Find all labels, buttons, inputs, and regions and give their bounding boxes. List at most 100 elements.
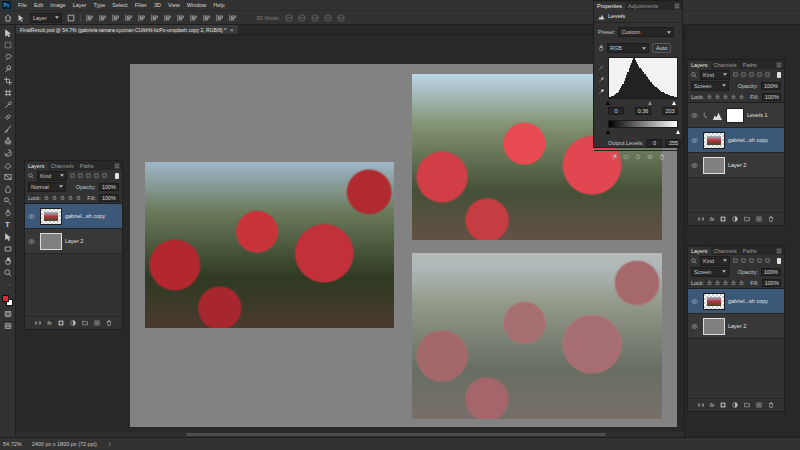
eyedropper-icon[interactable] <box>598 89 604 95</box>
lock-icon[interactable] <box>52 195 57 200</box>
align-icon[interactable] <box>229 14 237 22</box>
lasso-icon[interactable] <box>4 53 12 61</box>
lock-icon[interactable] <box>707 94 712 99</box>
add-mask-icon[interactable] <box>58 320 64 326</box>
blend-mode-dropdown[interactable]: Normal <box>28 182 66 192</box>
align-icon[interactable] <box>190 14 198 22</box>
close-tab-button[interactable]: × <box>230 27 234 33</box>
menu-item[interactable]: Edit <box>34 2 43 8</box>
frame-icon[interactable] <box>4 89 12 97</box>
quick-select-icon[interactable] <box>4 65 12 73</box>
fill-field[interactable]: 100% <box>99 194 119 202</box>
filter-type-icon[interactable] <box>749 258 754 263</box>
layer-row[interactable]: Layer 2 <box>688 153 784 178</box>
align-icon[interactable] <box>216 14 224 22</box>
add-mask-icon[interactable] <box>720 216 726 222</box>
healing-icon[interactable] <box>4 113 12 121</box>
photo[interactable] <box>145 162 394 328</box>
output-level-field[interactable]: 255 <box>665 139 681 147</box>
menu-item[interactable]: Filter <box>135 2 147 8</box>
align-icon[interactable] <box>125 14 133 22</box>
dodge-icon[interactable] <box>4 197 12 205</box>
link-icon[interactable] <box>35 320 41 326</box>
filter-type-icon[interactable] <box>757 258 762 263</box>
new-layer-icon[interactable] <box>756 216 762 222</box>
opacity-field[interactable]: 100% <box>761 268 781 276</box>
visibility-toggle[interactable] <box>688 299 700 304</box>
new-layer-icon[interactable] <box>756 402 762 408</box>
clip-to-layer-icon[interactable] <box>611 154 617 160</box>
blur-icon[interactable] <box>4 185 12 193</box>
layer-row[interactable]: gabriel...sh copy <box>25 204 122 229</box>
align-icon[interactable] <box>177 14 185 22</box>
layer-row[interactable]: Layer 2 <box>25 229 122 254</box>
slider-handle[interactable] <box>672 101 676 105</box>
menu-item[interactable]: Select <box>112 2 127 8</box>
visibility-icon[interactable] <box>647 154 653 160</box>
trash-icon[interactable] <box>106 320 112 326</box>
foreground-color-swatch[interactable] <box>2 295 9 302</box>
menu-item[interactable]: Help <box>213 2 224 8</box>
preset-dropdown[interactable]: Custom <box>618 27 674 37</box>
panel-menu-icon[interactable] <box>674 3 680 9</box>
visibility-toggle[interactable] <box>688 324 700 329</box>
panel-menu-icon[interactable] <box>776 248 782 254</box>
trash-icon[interactable] <box>768 216 774 222</box>
layer-row[interactable]: Layer 2 <box>688 314 784 339</box>
filter-type-icon[interactable] <box>741 72 746 77</box>
pen-icon[interactable] <box>4 209 12 217</box>
crop-icon[interactable] <box>4 77 12 85</box>
lock-icon[interactable] <box>715 94 720 99</box>
menu-item[interactable]: Layer <box>73 2 87 8</box>
menu-item[interactable]: View <box>168 2 180 8</box>
layer-mask-thumbnail[interactable] <box>726 108 744 123</box>
adjustment-layer-icon[interactable] <box>732 402 738 408</box>
lock-icon[interactable] <box>731 280 736 285</box>
lock-icon[interactable] <box>723 280 728 285</box>
adjustment-layer-icon[interactable] <box>70 320 76 326</box>
3d-mode-icon[interactable] <box>324 14 332 22</box>
align-icon[interactable] <box>164 14 172 22</box>
trash-icon[interactable] <box>768 402 774 408</box>
new-layer-icon[interactable] <box>94 320 100 326</box>
output-level-field[interactable]: 0 <box>646 139 662 147</box>
filter-kind-dropdown[interactable]: Kind <box>700 256 730 266</box>
more-icon[interactable] <box>4 281 12 289</box>
filter-type-icon[interactable] <box>733 72 738 77</box>
panel-tab[interactable]: Paths <box>77 162 97 170</box>
lock-icon[interactable] <box>715 280 720 285</box>
hand-adjust-icon[interactable] <box>598 45 604 51</box>
filter-toggle[interactable] <box>777 258 781 264</box>
eraser-icon[interactable] <box>4 161 12 169</box>
link-icon[interactable] <box>698 402 704 408</box>
align-icon[interactable] <box>203 14 211 22</box>
path-select-icon[interactable] <box>4 233 12 241</box>
visibility-toggle[interactable] <box>25 239 37 244</box>
filter-type-icon[interactable] <box>749 72 754 77</box>
align-icon[interactable] <box>151 14 159 22</box>
lock-icon[interactable] <box>60 195 65 200</box>
type-tool[interactable]: T <box>5 221 10 229</box>
slider-handle[interactable] <box>606 101 610 105</box>
slider-handle[interactable] <box>648 101 652 105</box>
filter-kind-dropdown[interactable]: Kind <box>37 171 67 181</box>
layer-style-button[interactable]: fx <box>710 216 715 222</box>
trash-icon[interactable] <box>659 154 665 160</box>
chevron-right-icon[interactable] <box>107 442 112 447</box>
document-tab[interactable]: FinalResult.psd @ 54.7% (gabriela-tamara… <box>16 25 238 34</box>
panel-tab[interactable]: Adjustments <box>625 2 661 10</box>
panel-tab[interactable]: Layers <box>25 162 48 170</box>
layer-style-button[interactable]: fx <box>710 402 715 408</box>
lock-icon[interactable] <box>707 280 712 285</box>
folder-icon[interactable] <box>744 402 750 408</box>
marquee-icon[interactable] <box>4 41 12 49</box>
photo[interactable] <box>412 253 662 419</box>
history-brush-icon[interactable] <box>4 149 12 157</box>
eyedropper-icon[interactable] <box>598 65 604 71</box>
rectangle-icon[interactable] <box>4 245 12 253</box>
app-logo[interactable]: Ps <box>2 1 11 9</box>
3d-mode-icon[interactable] <box>311 14 319 22</box>
opacity-field[interactable]: 100% <box>761 82 781 90</box>
filter-type-icon[interactable] <box>86 173 91 178</box>
zoom-level[interactable]: 54.72% <box>3 441 22 447</box>
